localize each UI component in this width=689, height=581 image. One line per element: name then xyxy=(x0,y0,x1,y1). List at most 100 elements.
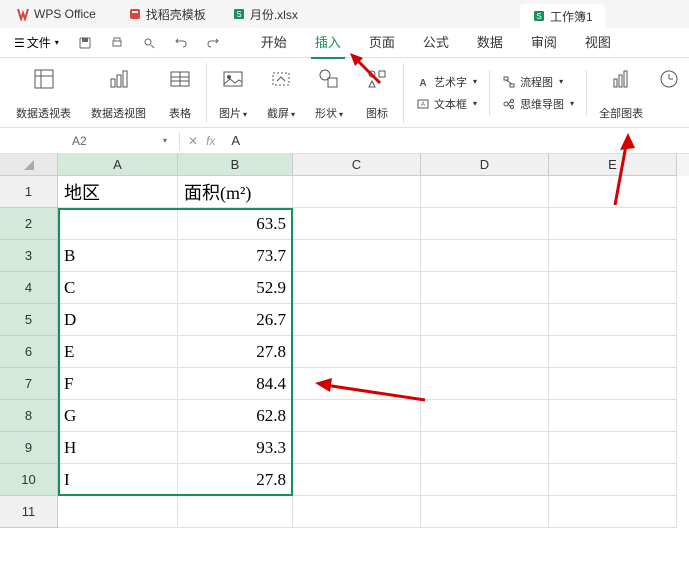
cell[interactable] xyxy=(549,368,677,400)
cell[interactable]: A xyxy=(58,208,178,240)
undo-icon[interactable] xyxy=(169,31,193,55)
cell[interactable]: 26.7 xyxy=(178,304,293,336)
row-header[interactable]: 6 xyxy=(0,336,58,368)
cell[interactable] xyxy=(549,336,677,368)
cell[interactable] xyxy=(421,464,549,496)
column-header-b[interactable]: B xyxy=(178,154,293,176)
menu-tab-page[interactable]: 页面 xyxy=(365,26,399,59)
cell[interactable] xyxy=(178,496,293,528)
row-header[interactable]: 11 xyxy=(0,496,58,528)
column-header-c[interactable]: C xyxy=(293,154,421,176)
cell[interactable]: I xyxy=(58,464,178,496)
cell[interactable]: D xyxy=(58,304,178,336)
row-header[interactable]: 3 xyxy=(0,240,58,272)
column-header-a[interactable]: A xyxy=(58,154,178,176)
cell[interactable] xyxy=(549,304,677,336)
row-header[interactable]: 9 xyxy=(0,432,58,464)
cell[interactable]: 63.5 xyxy=(178,208,293,240)
cell[interactable] xyxy=(549,208,677,240)
menu-tab-formula[interactable]: 公式 xyxy=(419,26,453,59)
ribbon-flowchart[interactable]: 流程图 ▾ xyxy=(498,72,578,92)
cell[interactable] xyxy=(549,240,677,272)
ribbon-table[interactable]: 表格 xyxy=(158,63,207,123)
cell[interactable]: 93.3 xyxy=(178,432,293,464)
cell[interactable]: G xyxy=(58,400,178,432)
preview-icon[interactable] xyxy=(137,31,161,55)
cell[interactable] xyxy=(421,336,549,368)
cell[interactable]: F xyxy=(58,368,178,400)
row-header[interactable]: 2 xyxy=(0,208,58,240)
cell[interactable] xyxy=(421,432,549,464)
cell[interactable]: H xyxy=(58,432,178,464)
cell[interactable]: 62.8 xyxy=(178,400,293,432)
row-header[interactable]: 4 xyxy=(0,272,58,304)
cell[interactable] xyxy=(58,496,178,528)
cell[interactable] xyxy=(293,464,421,496)
ribbon-pivot-table[interactable]: 数据透视表 xyxy=(8,63,79,123)
menu-tab-review[interactable]: 审阅 xyxy=(527,26,561,59)
menu-tab-start[interactable]: 开始 xyxy=(257,26,291,59)
cell[interactable]: 地区 xyxy=(58,176,178,208)
cell[interactable] xyxy=(421,176,549,208)
doc-tab-template[interactable]: 找稻壳模板 xyxy=(116,2,218,26)
cell[interactable]: 73.7 xyxy=(178,240,293,272)
cell[interactable] xyxy=(549,496,677,528)
doc-tab-month[interactable]: S 月份.xlsx xyxy=(220,2,310,26)
ribbon-mindmap[interactable]: 思维导图 ▾ xyxy=(498,94,578,114)
cell[interactable] xyxy=(421,496,549,528)
ribbon-screenshot[interactable]: 截屏▾ xyxy=(259,63,303,123)
cell[interactable] xyxy=(421,208,549,240)
cells-area[interactable]: 地区 面积(m²) A63.5 B73.7 C52.9 D26.7 E27.8 … xyxy=(58,176,677,528)
cell[interactable]: 84.4 xyxy=(178,368,293,400)
select-all-corner[interactable] xyxy=(0,154,58,176)
cell[interactable] xyxy=(293,368,421,400)
cell[interactable] xyxy=(293,496,421,528)
cell[interactable] xyxy=(421,368,549,400)
menu-tab-data[interactable]: 数据 xyxy=(473,26,507,59)
ribbon-shape[interactable]: 形状▾ xyxy=(307,63,351,123)
row-header[interactable]: 5 xyxy=(0,304,58,336)
cell[interactable] xyxy=(549,400,677,432)
save-icon[interactable] xyxy=(73,31,97,55)
formula-input[interactable]: A xyxy=(223,133,689,148)
cell[interactable] xyxy=(421,400,549,432)
cell[interactable] xyxy=(549,464,677,496)
ribbon-pivot-chart[interactable]: 数据透视图 xyxy=(83,63,154,123)
cell[interactable] xyxy=(549,272,677,304)
cell[interactable] xyxy=(293,400,421,432)
row-header[interactable]: 10 xyxy=(0,464,58,496)
ribbon-icon[interactable]: 图标 xyxy=(355,63,404,123)
ribbon-all-charts[interactable]: 全部图表 xyxy=(591,63,651,123)
ribbon-wordart[interactable]: A 艺术字 ▾ xyxy=(412,72,481,92)
column-header-d[interactable]: D xyxy=(421,154,549,176)
file-menu[interactable]: ☰ 文件 ▾ xyxy=(8,32,65,53)
cell[interactable]: 面积(m²) xyxy=(178,176,293,208)
cell[interactable]: E xyxy=(58,336,178,368)
cell[interactable]: 27.8 xyxy=(178,464,293,496)
cell[interactable] xyxy=(293,272,421,304)
cell[interactable] xyxy=(293,304,421,336)
cell[interactable] xyxy=(549,176,677,208)
ribbon-more-charts[interactable] xyxy=(655,63,689,123)
row-header[interactable]: 1 xyxy=(0,176,58,208)
cell[interactable] xyxy=(293,208,421,240)
cell[interactable] xyxy=(421,304,549,336)
redo-icon[interactable] xyxy=(201,31,225,55)
row-header[interactable]: 7 xyxy=(0,368,58,400)
cell[interactable] xyxy=(293,240,421,272)
cell[interactable] xyxy=(293,432,421,464)
cell[interactable] xyxy=(293,176,421,208)
print-icon[interactable] xyxy=(105,31,129,55)
cell[interactable]: 27.8 xyxy=(178,336,293,368)
cell[interactable]: B xyxy=(58,240,178,272)
ribbon-textbox[interactable]: A 文本框 ▾ xyxy=(412,94,481,114)
cell[interactable] xyxy=(421,240,549,272)
cell-reference-box[interactable]: A2 ▾ xyxy=(60,132,180,150)
fx-icon[interactable]: fx xyxy=(206,134,215,148)
ribbon-picture[interactable]: 图片▾ xyxy=(211,63,255,123)
menu-tab-view[interactable]: 视图 xyxy=(581,26,615,59)
row-header[interactable]: 8 xyxy=(0,400,58,432)
column-header-e[interactable]: E xyxy=(549,154,677,176)
cell[interactable] xyxy=(549,432,677,464)
doc-tab-workbook[interactable]: S 工作簿1 xyxy=(520,4,605,28)
